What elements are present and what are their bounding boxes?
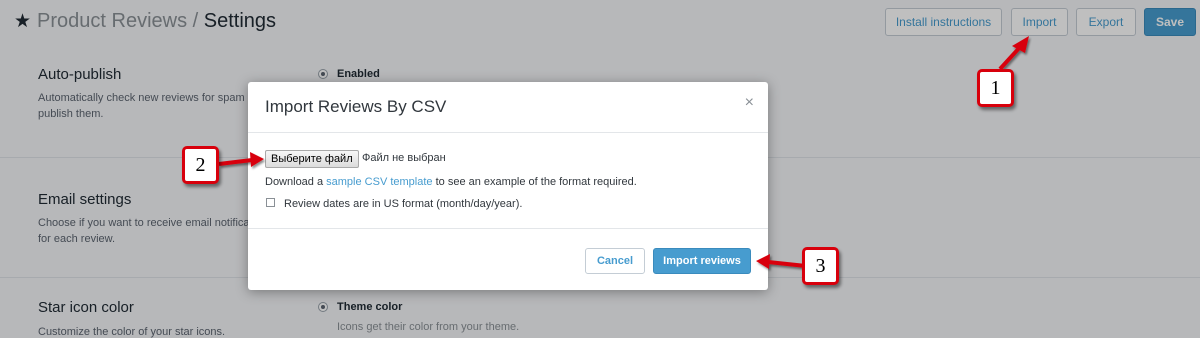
callout-3: 3 <box>802 247 839 285</box>
callout-2: 2 <box>182 146 219 184</box>
arrow-3-head-icon <box>756 254 770 269</box>
arrow-3-shaft <box>767 260 807 268</box>
arrow-2-head-icon <box>250 152 264 167</box>
arrow-2-shaft <box>218 158 253 166</box>
arrow-1-shaft <box>998 44 1023 71</box>
annotation-arrows <box>218 36 1029 269</box>
callout-1: 1 <box>977 69 1014 107</box>
